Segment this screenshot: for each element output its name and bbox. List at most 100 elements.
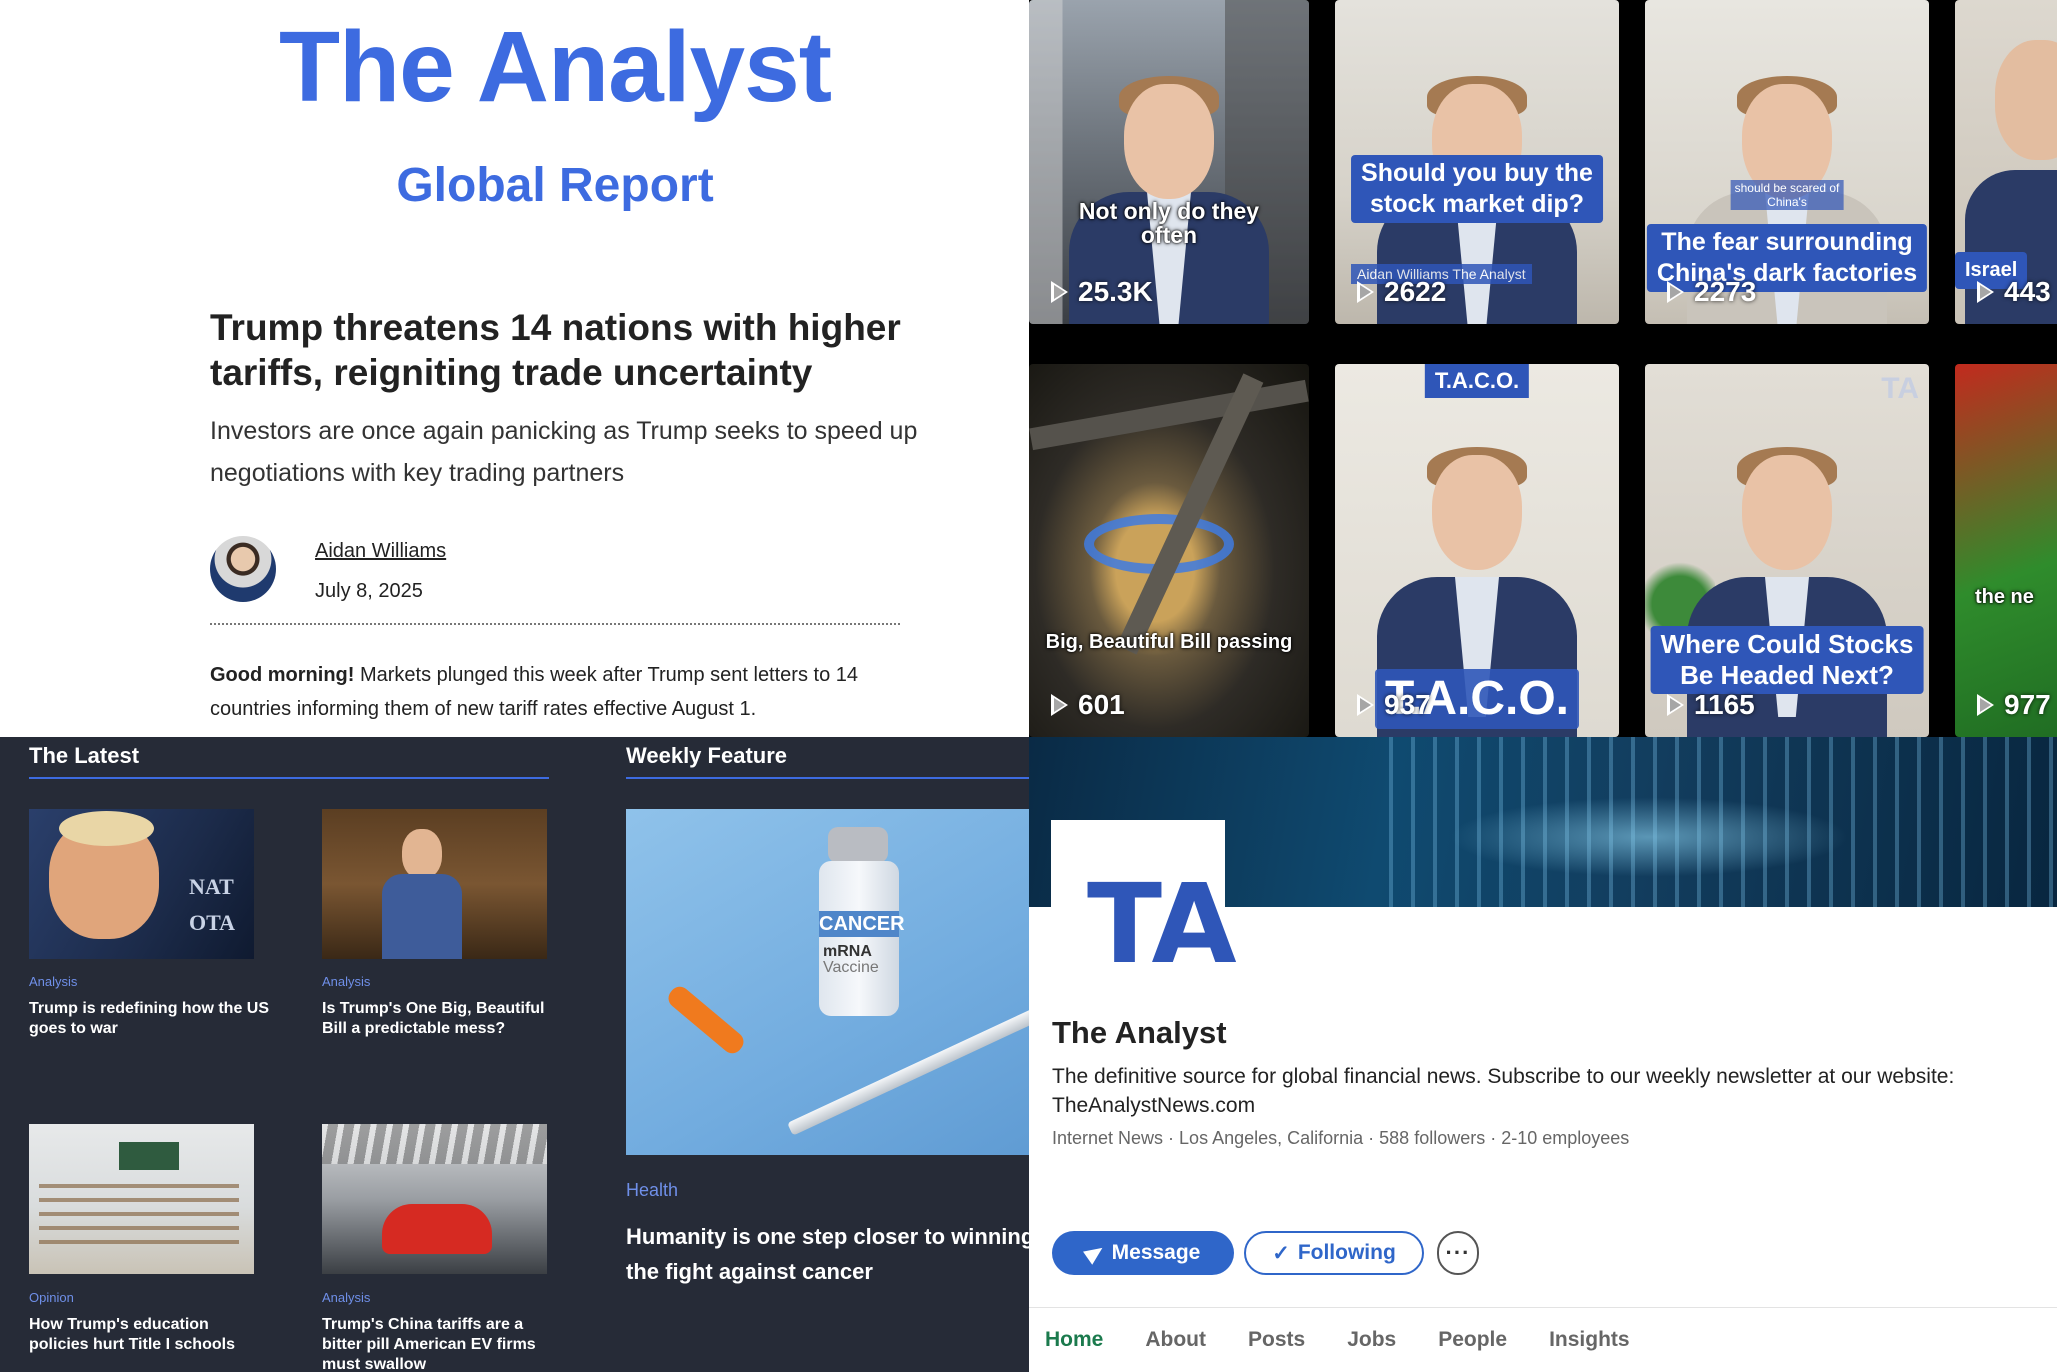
article-headline[interactable]: Trump threatens 14 nations with higher t… [210, 305, 930, 395]
article-headline[interactable]: Trump's China tariffs are a bitter pill … [322, 1315, 552, 1372]
feature-headline[interactable]: Humanity is one step closer to winning t… [626, 1219, 1029, 1289]
factory-ceiling [322, 1124, 547, 1164]
company-name: The Analyst [1052, 1015, 1227, 1050]
feature-category[interactable]: Health [626, 1180, 678, 1201]
article-headline[interactable]: Is Trump's One Big, Beautiful Bill a pre… [322, 999, 552, 1039]
play-icon [1357, 694, 1374, 716]
newsletter-subtitle: Global Report [396, 159, 714, 212]
article-category[interactable]: Analysis [322, 1290, 370, 1305]
send-icon [1082, 1241, 1107, 1265]
feature-image[interactable]: CANCER mRNA Vaccine [626, 809, 1029, 1155]
video-caption: the ne [1975, 586, 2034, 608]
following-button[interactable]: ✓ Following [1244, 1231, 1424, 1275]
video-thumbnail[interactable]: TA Where Could Stocks Be Headed Next? 11… [1645, 364, 1929, 737]
article-intro: Good morning! Markets plunged this week … [210, 658, 910, 726]
company-logo-text: TA [1087, 860, 1237, 988]
view-count-value: 2273 [1694, 276, 1757, 307]
video-caption: Where Could Stocks Be Headed Next? [1650, 626, 1924, 694]
article-category[interactable]: Analysis [322, 974, 370, 989]
play-icon [1977, 694, 1994, 716]
view-count-value: 2622 [1384, 276, 1447, 307]
company-logo[interactable]: TA [1051, 820, 1237, 994]
tab-insights[interactable]: Insights [1549, 1308, 1652, 1372]
nato-sign-text: NAT OTA [189, 874, 236, 935]
chalkboard [119, 1142, 179, 1170]
video-caption: Not only do they often [1078, 198, 1260, 248]
article-thumbnail[interactable] [29, 1124, 254, 1274]
view-count-value: 1165 [1694, 689, 1755, 720]
tab-posts[interactable]: Posts [1248, 1308, 1327, 1372]
message-button-label: Message [1111, 1241, 1201, 1264]
red-car [382, 1204, 492, 1254]
vial-label-band: CANCER [819, 911, 905, 937]
latest-section-rule [29, 777, 549, 779]
view-count: 443 [1977, 276, 2051, 308]
view-count: 1165 [1667, 689, 1755, 721]
desk-rows [39, 1184, 239, 1244]
check-icon: ✓ [1272, 1241, 1290, 1265]
article-category[interactable]: Opinion [29, 1290, 74, 1305]
video-thumbnail[interactable]: T.A.C.O. T.A.C.O. 937 [1335, 364, 1619, 737]
article-thumbnail[interactable] [322, 1124, 547, 1274]
following-button-label: Following [1297, 1241, 1396, 1264]
news-section-panel: The Latest Weekly Feature NAT OTA Analys… [0, 737, 1029, 1372]
video-caption: Should you buy the stock market dip? [1351, 155, 1603, 223]
company-tagline: The definitive source for global financi… [1052, 1065, 1955, 1117]
speaker-figure [402, 829, 442, 879]
video-thumbnail[interactable]: Big, Beautiful Bill passing 601 [1029, 364, 1309, 737]
collage: The Analyst Global Report Trump threaten… [0, 0, 2057, 1372]
author-link[interactable]: Aidan Williams [315, 540, 446, 563]
view-count: 977 [1977, 689, 2051, 721]
tab-people[interactable]: People [1438, 1308, 1529, 1372]
latest-section-title: The Latest [29, 743, 140, 768]
view-count: 937 [1357, 689, 1431, 721]
tab-home[interactable]: Home [1045, 1308, 1125, 1372]
author-avatar [210, 536, 276, 602]
tab-about[interactable]: About [1145, 1308, 1228, 1372]
speaker-hair [59, 811, 154, 846]
newsletter-brand: The Analyst [278, 11, 832, 123]
video-thumbnail[interactable]: should be scared of China's The fear sur… [1645, 0, 1929, 324]
play-icon [1051, 694, 1068, 716]
article-thumbnail[interactable] [322, 809, 547, 959]
view-count: 25.3K [1051, 276, 1153, 308]
view-count: 2273 [1667, 276, 1756, 308]
syringe [787, 996, 1029, 1136]
video-thumbnail[interactable]: the ne 977 [1955, 364, 2057, 737]
article-dek: Investors are once again panicking as Tr… [210, 417, 918, 487]
article-date: July 8, 2025 [315, 580, 423, 602]
video-caption: Big, Beautiful Bill passing [1045, 631, 1293, 653]
feature-section-title: Weekly Feature [626, 743, 788, 768]
video-thumbnail[interactable]: Israel 443 [1955, 0, 2057, 324]
play-icon [1357, 281, 1374, 303]
small-overlay: should be scared of China's [1730, 180, 1844, 210]
article-headline[interactable]: How Trump's education policies hurt Titl… [29, 1315, 269, 1355]
play-icon [1667, 694, 1684, 716]
video-thumbnail[interactable]: Not only do they often 25.3K [1029, 0, 1309, 324]
video-thumbnail[interactable]: Should you buy the stock market dip? Aid… [1335, 0, 1619, 324]
view-count-value: 601 [1078, 689, 1125, 720]
play-icon [1977, 281, 1994, 303]
view-count: 2622 [1357, 276, 1446, 308]
play-icon [1667, 281, 1684, 303]
vial-cap [828, 827, 888, 863]
message-button[interactable]: Message [1052, 1231, 1234, 1275]
company-profile-panel: TA The Analyst The definitive source for… [1029, 737, 2057, 1372]
newsletter-panel: The Analyst Global Report Trump threaten… [0, 0, 1029, 737]
article-category[interactable]: Analysis [29, 974, 77, 989]
article-thumbnail[interactable]: NAT OTA [29, 809, 254, 959]
speaker-suit [382, 874, 462, 959]
more-options-button[interactable]: ··· [1437, 1231, 1479, 1275]
orange-cap [664, 982, 748, 1058]
tab-jobs[interactable]: Jobs [1347, 1308, 1418, 1372]
intro-lead: Good morning! [210, 664, 355, 686]
video-top-tag: T.A.C.O. [1424, 364, 1530, 398]
profile-tabs: Home About Posts Jobs People Insights [1029, 1307, 2057, 1372]
vial-label-vaccine: Vaccine [823, 959, 879, 976]
view-count-value: 937 [1384, 689, 1431, 720]
view-count-value: 25.3K [1078, 276, 1153, 307]
play-icon [1051, 281, 1068, 303]
article-headline[interactable]: Trump is redefining how the US goes to w… [29, 999, 269, 1039]
vaccine-vial [819, 861, 899, 1016]
feature-section-rule [626, 777, 1029, 779]
